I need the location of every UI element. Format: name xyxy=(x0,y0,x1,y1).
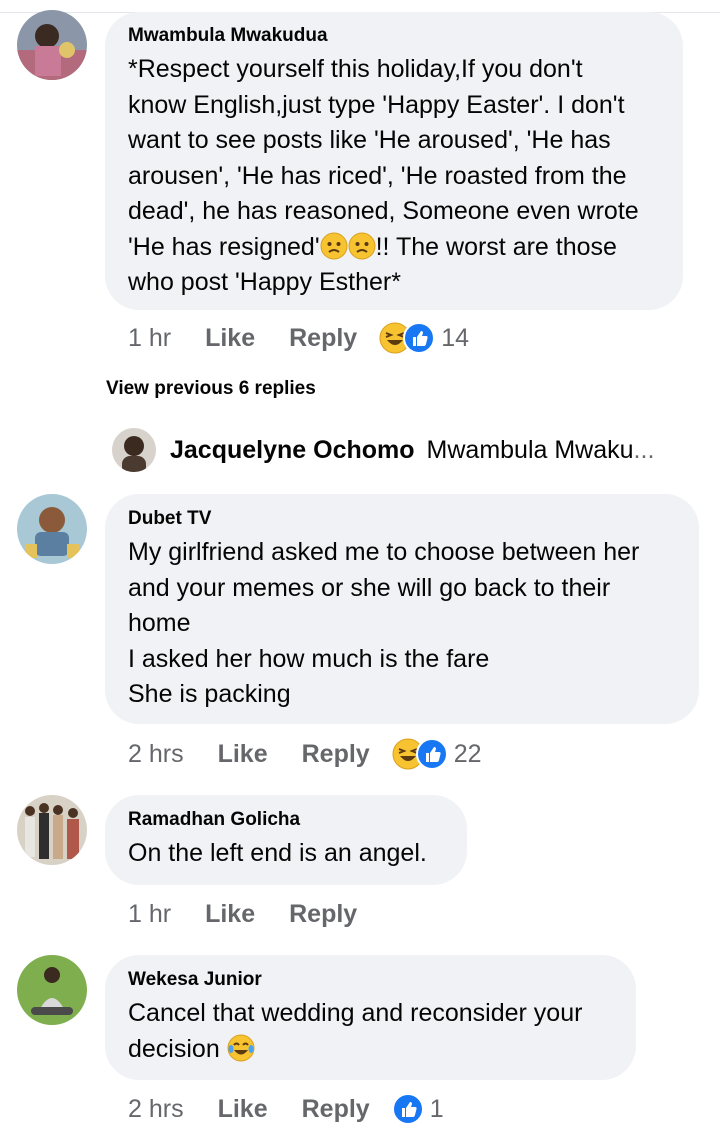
reply-button[interactable]: Reply xyxy=(289,324,357,353)
like-button[interactable]: Like xyxy=(205,900,255,929)
like-thumb-icon xyxy=(415,738,448,770)
comment-line-part: decision xyxy=(128,1034,220,1063)
comment-time[interactable]: 1 hr xyxy=(128,900,171,929)
comment-bubble: Dubet TV My girlfriend asked me to choos… xyxy=(105,494,699,724)
avatar[interactable] xyxy=(17,795,87,865)
comment-line: *Respect yourself this holiday,If you do… xyxy=(128,55,583,83)
comment-text: *Respect yourself this holiday,If you do… xyxy=(128,52,683,301)
reactions[interactable]: 14 xyxy=(379,322,469,354)
avatar[interactable] xyxy=(112,428,156,472)
comment-line-part: 'He has resigned' xyxy=(128,232,320,261)
like-thumb-icon xyxy=(391,1093,424,1125)
reaction-count: 1 xyxy=(429,1094,444,1123)
avatar[interactable] xyxy=(17,10,87,80)
comment-meta: 1 hr Like Reply 14 xyxy=(128,318,469,358)
comment-author[interactable]: Mwambula Mwakudua xyxy=(128,25,683,47)
reply-button[interactable]: Reply xyxy=(289,900,357,929)
reactions[interactable]: 1 xyxy=(391,1093,444,1125)
reply-text: Mwambula Mwaku xyxy=(426,435,634,464)
comment-author[interactable]: Dubet TV xyxy=(128,508,699,530)
comment-line: On the left end is an angel. xyxy=(128,839,427,867)
tears-of-joy-emoji-icon xyxy=(227,1034,255,1061)
comment-line: Cancel that wedding and reconsider your xyxy=(128,999,583,1027)
comment-line: My girlfriend asked me to choose between… xyxy=(128,538,640,566)
view-previous-replies[interactable]: View previous 6 replies xyxy=(106,378,316,400)
like-button[interactable]: Like xyxy=(218,740,268,769)
comment-time[interactable]: 2 hrs xyxy=(128,1095,184,1124)
like-button[interactable]: Like xyxy=(218,1095,268,1124)
comment-meta: 1 hr Like Reply xyxy=(128,894,391,934)
comment-bubble: Ramadhan Golicha On the left end is an a… xyxy=(105,795,467,885)
avatar[interactable] xyxy=(17,955,87,1025)
reply-ellipsis: ... xyxy=(633,435,655,464)
reply-preview[interactable]: Jacquelyne Ochomo Mwambula Mwaku... xyxy=(112,428,654,472)
worried-emoji-icon xyxy=(348,232,376,259)
comment-line: 'He has resigned' !! The worst are those xyxy=(128,230,683,266)
comment-bubble: Mwambula Mwakudua *Respect yourself this… xyxy=(105,12,683,310)
avatar[interactable] xyxy=(17,494,87,564)
reply-author[interactable]: Jacquelyne Ochomo xyxy=(170,436,415,465)
reactions[interactable]: 22 xyxy=(392,738,482,770)
comment-time[interactable]: 1 hr xyxy=(128,324,171,353)
comment-text: My girlfriend asked me to choose between… xyxy=(128,535,699,713)
like-button[interactable]: Like xyxy=(205,324,255,353)
comment-line: home xyxy=(128,609,191,637)
reaction-count: 14 xyxy=(441,323,470,352)
comment-line: want to see posts like 'He aroused', 'He… xyxy=(128,126,611,154)
comment-line: arousen', 'He has riced', 'He roasted fr… xyxy=(128,161,627,190)
like-thumb-icon xyxy=(403,322,436,354)
comment-line: and your memes or she will go back to th… xyxy=(128,573,611,602)
reply-button[interactable]: Reply xyxy=(302,1095,370,1124)
comment-line: decision xyxy=(128,1032,636,1068)
comment-line: who post 'Happy Esther* xyxy=(128,268,401,296)
comment-line: dead', he has reasoned, Someone even wro… xyxy=(128,197,639,225)
comment-text: On the left end is an angel. xyxy=(128,836,467,872)
reply-button[interactable]: Reply xyxy=(302,740,370,769)
comment-line: I asked her how much is the fare xyxy=(128,644,490,673)
comment-time[interactable]: 2 hrs xyxy=(128,740,184,769)
comment-meta: 2 hrs Like Reply 22 xyxy=(128,734,482,774)
comment-text: Cancel that wedding and reconsider your … xyxy=(128,996,636,1067)
comment-line: She is packing xyxy=(128,680,291,708)
comment-line: know English,just type 'Happy Easter'. I… xyxy=(128,90,625,119)
comment-author[interactable]: Wekesa Junior xyxy=(128,969,636,991)
comment-bubble: Wekesa Junior Cancel that wedding and re… xyxy=(105,955,636,1080)
comment-author[interactable]: Ramadhan Golicha xyxy=(128,809,467,831)
comment-meta: 2 hrs Like Reply 1 xyxy=(128,1089,444,1129)
reaction-count: 22 xyxy=(453,739,482,768)
worried-emoji-icon xyxy=(320,232,348,259)
comment-line-part: !! The worst are those xyxy=(375,232,617,261)
